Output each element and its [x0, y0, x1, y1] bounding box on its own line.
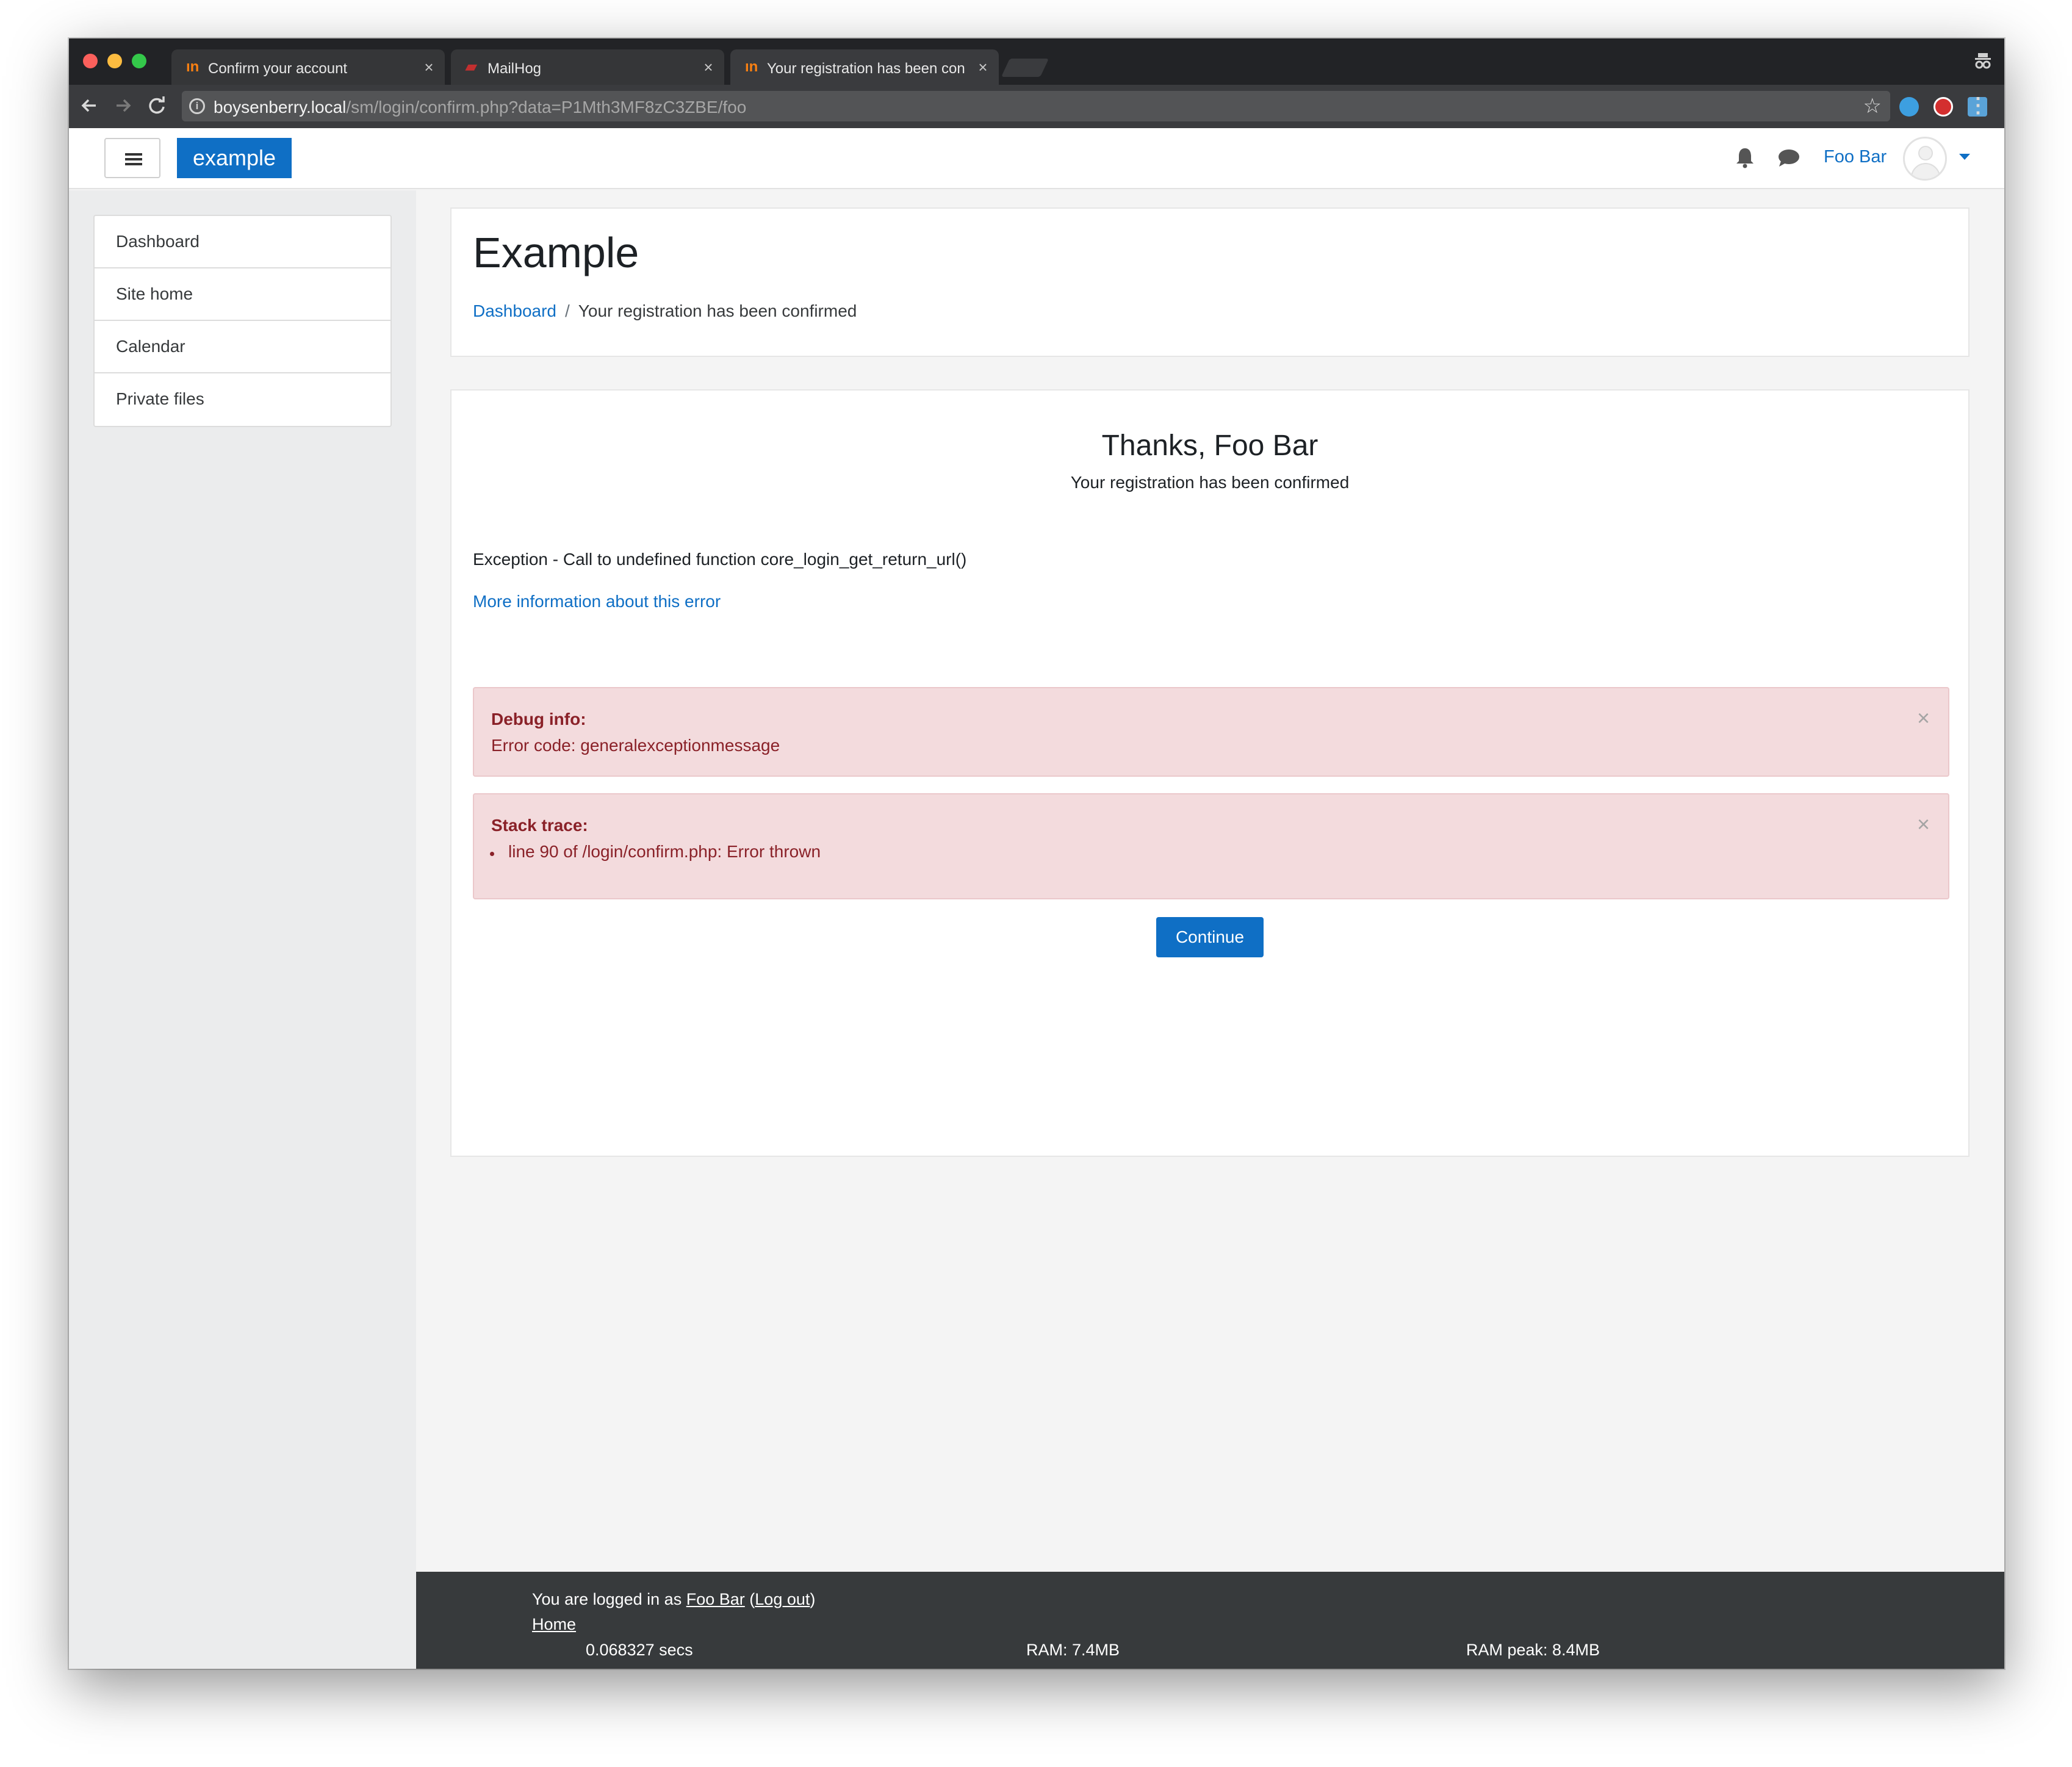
nav-drawer: Dashboard Site home Calendar Private fil… [69, 190, 416, 1669]
login-info: You are logged in as Foo Bar (Log out) [532, 1590, 815, 1609]
hamburger-icon [125, 158, 142, 160]
url-path: /sm/login/confirm.php?data=P1Mth3MF8zC3Z… [346, 98, 747, 117]
close-tab-icon[interactable]: × [701, 58, 716, 77]
minimize-window-button[interactable] [107, 54, 122, 68]
chevron-down-icon[interactable] [1959, 154, 1970, 160]
close-icon[interactable]: × [1917, 812, 1930, 837]
bookmark-star-icon[interactable]: ☆ [1863, 94, 1882, 118]
thanks-heading: Thanks, Foo Bar [1101, 430, 1318, 462]
forward-button[interactable] [110, 93, 135, 118]
extension-icon[interactable] [1899, 97, 1919, 117]
debug-info-title: Debug info: [491, 710, 586, 729]
login-info-prefix: You are logged in as [532, 1590, 682, 1608]
avatar-head [1918, 146, 1933, 160]
browser-menu-icon[interactable]: ⋮ [1968, 93, 1988, 118]
bullet-icon [490, 852, 494, 856]
logout-paren-open: ( [749, 1590, 755, 1608]
avatar[interactable] [1903, 137, 1947, 181]
drawer-toggle-button[interactable] [104, 138, 160, 178]
breadcrumb-separator: / [564, 301, 570, 320]
user-menu-name[interactable]: Foo Bar [1824, 147, 1887, 167]
new-tab-button[interactable] [1001, 59, 1049, 77]
sidebar-item-calendar[interactable]: Calendar [95, 321, 390, 373]
browser-window: ın Confirm your account × ▰ MailHog × ın… [69, 38, 2004, 1669]
page-footer: You are logged in as Foo Bar (Log out) H… [416, 1572, 2004, 1669]
close-tab-icon[interactable]: × [976, 58, 990, 77]
hamburger-icon [125, 153, 142, 156]
perf-time: 0.068327 secs [586, 1641, 693, 1659]
sidebar-item-site-home[interactable]: Site home [95, 268, 390, 321]
browser-toolbar: i boysenberry.local/sm/login/confirm.php… [69, 85, 2004, 128]
bell-glyph [1736, 148, 1754, 168]
notifications-bell-icon[interactable] [1735, 146, 1755, 168]
back-arrow-icon [81, 99, 96, 112]
perf-ram-peak: RAM peak: 8.4MB [1466, 1641, 1600, 1659]
footer-user-link[interactable]: Foo Bar [686, 1590, 745, 1608]
avatar-body [1911, 163, 1940, 179]
messages-chat-icon[interactable] [1777, 148, 1800, 168]
incognito-icon [1974, 52, 1992, 73]
incognito-glyph [1975, 53, 1991, 69]
moodle-icon: ın [186, 59, 200, 75]
breadcrumb: Dashboard / Your registration has been con… [473, 301, 857, 321]
adblock-extension-icon[interactable] [1934, 97, 1953, 117]
back-button[interactable] [77, 93, 102, 118]
tab-label: MailHog [487, 60, 542, 77]
maximize-window-button[interactable] [132, 54, 146, 68]
tab-label: Your registration has been con [767, 60, 965, 77]
forward-arrow-icon [117, 99, 131, 112]
exception-message: Exception - Call to undefined function c… [473, 550, 967, 569]
stack-trace-alert: Stack trace: line 90 of /login/confirm.p… [473, 793, 1949, 899]
logout-link[interactable]: Log out [755, 1590, 810, 1608]
reload-icon [149, 96, 165, 114]
close-tab-icon[interactable]: × [422, 58, 436, 77]
url-text[interactable]: boysenberry.local/sm/login/confirm.php?d… [214, 98, 746, 117]
mailhog-icon: ▰ [466, 59, 477, 75]
tab-mailhog[interactable]: ▰ MailHog × [451, 49, 724, 85]
logout-paren-close: ) [810, 1590, 816, 1608]
tab-label: Confirm your account [208, 60, 348, 77]
url-host: boysenberry.local [214, 98, 347, 117]
site-brand[interactable]: example [177, 138, 292, 178]
hamburger-icon [125, 163, 142, 165]
breadcrumb-dashboard-link[interactable]: Dashboard [473, 301, 556, 320]
tab-registration-confirmed[interactable]: ın Your registration has been con × [730, 49, 999, 85]
tab-confirm-account[interactable]: ın Confirm your account × [171, 49, 445, 85]
reload-button[interactable] [145, 93, 169, 118]
confirmed-message: Your registration has been confirmed [1070, 473, 1350, 492]
moodle-icon: ın [745, 59, 758, 75]
site-navbar: example Foo Bar [69, 128, 2004, 189]
main-content: Thanks, Foo Bar Your registration has be… [450, 389, 1969, 1157]
footer-home-link[interactable]: Home [532, 1615, 576, 1634]
info-icon[interactable]: i [189, 98, 205, 114]
debug-info-alert: Debug info: Error code: generalexception… [473, 687, 1949, 777]
stack-trace-item: line 90 of /login/confirm.php: Error thr… [508, 842, 821, 861]
chat-glyph [1779, 149, 1799, 167]
tab-strip: ın Confirm your account × ▰ MailHog × ın… [69, 38, 2004, 85]
close-icon[interactable]: × [1917, 705, 1930, 731]
stack-trace-title: Stack trace: [491, 816, 588, 835]
breadcrumb-current: Your registration has been confirmed [578, 301, 857, 320]
nav-menu: Dashboard Site home Calendar Private fil… [93, 215, 392, 427]
debug-info-body: Error code: generalexceptionmessage [491, 736, 780, 755]
address-bar[interactable]: i boysenberry.local/sm/login/confirm.php… [182, 91, 1890, 121]
continue-button[interactable]: Continue [1156, 917, 1264, 957]
close-window-button[interactable] [83, 54, 98, 68]
sidebar-item-private-files[interactable]: Private files [95, 373, 390, 426]
more-info-link[interactable]: More information about this error [473, 592, 721, 611]
page-header: Example Dashboard / Your registration has … [450, 207, 1969, 357]
sidebar-item-dashboard[interactable]: Dashboard [95, 216, 390, 268]
perf-ram: RAM: 7.4MB [1026, 1641, 1120, 1659]
page-title: Example [473, 229, 639, 276]
